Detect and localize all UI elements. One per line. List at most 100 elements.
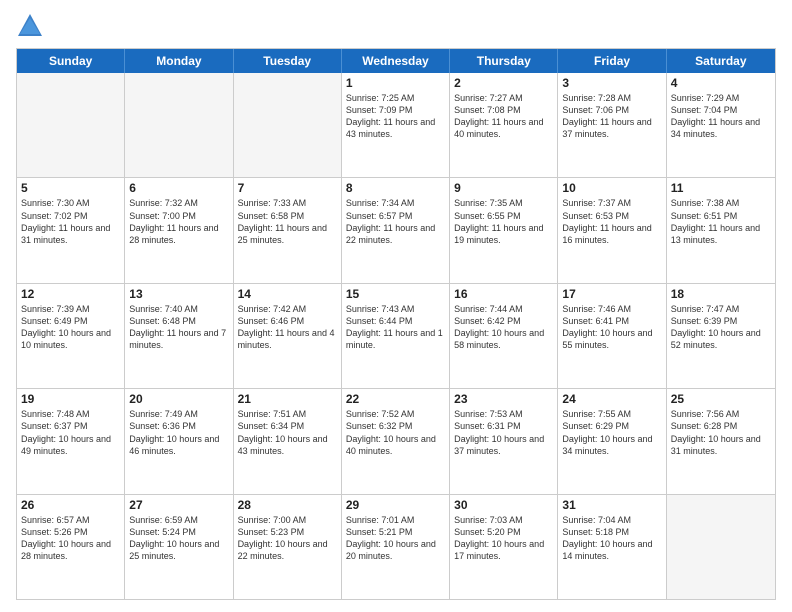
- day-cell-7: 7 Sunrise: 7:33 AMSunset: 6:58 PMDaylight…: [234, 178, 342, 282]
- cell-detail: Sunrise: 7:35 AMSunset: 6:55 PMDaylight:…: [454, 197, 553, 246]
- day-number: 24: [562, 392, 661, 406]
- cell-detail: Sunrise: 7:55 AMSunset: 6:29 PMDaylight:…: [562, 408, 661, 457]
- day-cell-17: 17 Sunrise: 7:46 AMSunset: 6:41 PMDayligh…: [558, 284, 666, 388]
- cell-detail: Sunrise: 7:49 AMSunset: 6:36 PMDaylight:…: [129, 408, 228, 457]
- day-number: 17: [562, 287, 661, 301]
- day-cell-30: 30 Sunrise: 7:03 AMSunset: 5:20 PMDayligh…: [450, 495, 558, 599]
- day-cell-10: 10 Sunrise: 7:37 AMSunset: 6:53 PMDayligh…: [558, 178, 666, 282]
- cell-detail: Sunrise: 7:56 AMSunset: 6:28 PMDaylight:…: [671, 408, 771, 457]
- day-cell-19: 19 Sunrise: 7:48 AMSunset: 6:37 PMDayligh…: [17, 389, 125, 493]
- day-cell-5: 5 Sunrise: 7:30 AMSunset: 7:02 PMDaylight…: [17, 178, 125, 282]
- day-number: 30: [454, 498, 553, 512]
- day-number: 1: [346, 76, 445, 90]
- cell-detail: Sunrise: 7:27 AMSunset: 7:08 PMDaylight:…: [454, 92, 553, 141]
- cell-detail: Sunrise: 7:29 AMSunset: 7:04 PMDaylight:…: [671, 92, 771, 141]
- calendar-row-5: 26 Sunrise: 6:57 AMSunset: 5:26 PMDayligh…: [17, 494, 775, 599]
- day-cell-28: 28 Sunrise: 7:00 AMSunset: 5:23 PMDayligh…: [234, 495, 342, 599]
- header-cell-monday: Monday: [125, 49, 233, 73]
- header-cell-wednesday: Wednesday: [342, 49, 450, 73]
- cell-detail: Sunrise: 7:47 AMSunset: 6:39 PMDaylight:…: [671, 303, 771, 352]
- day-number: 27: [129, 498, 228, 512]
- day-number: 5: [21, 181, 120, 195]
- cell-detail: Sunrise: 7:38 AMSunset: 6:51 PMDaylight:…: [671, 197, 771, 246]
- cell-detail: Sunrise: 7:37 AMSunset: 6:53 PMDaylight:…: [562, 197, 661, 246]
- calendar-row-4: 19 Sunrise: 7:48 AMSunset: 6:37 PMDayligh…: [17, 388, 775, 493]
- header-cell-sunday: Sunday: [17, 49, 125, 73]
- day-cell-24: 24 Sunrise: 7:55 AMSunset: 6:29 PMDayligh…: [558, 389, 666, 493]
- day-number: 18: [671, 287, 771, 301]
- cell-detail: Sunrise: 6:59 AMSunset: 5:24 PMDaylight:…: [129, 514, 228, 563]
- day-cell-13: 13 Sunrise: 7:40 AMSunset: 6:48 PMDayligh…: [125, 284, 233, 388]
- day-number: 16: [454, 287, 553, 301]
- cell-detail: Sunrise: 7:48 AMSunset: 6:37 PMDaylight:…: [21, 408, 120, 457]
- cell-detail: Sunrise: 7:42 AMSunset: 6:46 PMDaylight:…: [238, 303, 337, 352]
- day-number: 11: [671, 181, 771, 195]
- calendar-row-1: 1 Sunrise: 7:25 AMSunset: 7:09 PMDaylight…: [17, 73, 775, 177]
- cell-detail: Sunrise: 7:40 AMSunset: 6:48 PMDaylight:…: [129, 303, 228, 352]
- day-number: 13: [129, 287, 228, 301]
- cell-detail: Sunrise: 7:46 AMSunset: 6:41 PMDaylight:…: [562, 303, 661, 352]
- day-cell-25: 25 Sunrise: 7:56 AMSunset: 6:28 PMDayligh…: [667, 389, 775, 493]
- cell-detail: Sunrise: 7:03 AMSunset: 5:20 PMDaylight:…: [454, 514, 553, 563]
- cell-detail: Sunrise: 6:57 AMSunset: 5:26 PMDaylight:…: [21, 514, 120, 563]
- day-number: 12: [21, 287, 120, 301]
- day-cell-1: 1 Sunrise: 7:25 AMSunset: 7:09 PMDaylight…: [342, 73, 450, 177]
- header: [16, 12, 776, 40]
- day-cell-31: 31Sunrise: 7:04 AMSunset: 5:18 PMDayligh…: [558, 495, 666, 599]
- cell-detail: Sunrise: 7:34 AMSunset: 6:57 PMDaylight:…: [346, 197, 445, 246]
- day-number: 20: [129, 392, 228, 406]
- header-cell-saturday: Saturday: [667, 49, 775, 73]
- logo-icon: [16, 12, 44, 40]
- header-cell-thursday: Thursday: [450, 49, 558, 73]
- day-cell-14: 14 Sunrise: 7:42 AMSunset: 6:46 PMDayligh…: [234, 284, 342, 388]
- day-number: 26: [21, 498, 120, 512]
- cell-detail: Sunrise: 7:00 AMSunset: 5:23 PMDaylight:…: [238, 514, 337, 563]
- cell-detail: Sunrise: 7:43 AMSunset: 6:44 PMDaylight:…: [346, 303, 445, 352]
- day-number: 8: [346, 181, 445, 195]
- page: SundayMondayTuesdayWednesdayThursdayFrid…: [0, 0, 792, 612]
- day-number: 9: [454, 181, 553, 195]
- day-number: 19: [21, 392, 120, 406]
- day-cell-2: 2 Sunrise: 7:27 AMSunset: 7:08 PMDaylight…: [450, 73, 558, 177]
- cell-detail: Sunrise: 7:52 AMSunset: 6:32 PMDaylight:…: [346, 408, 445, 457]
- day-number: 31: [562, 498, 661, 512]
- day-number: 2: [454, 76, 553, 90]
- day-cell-9: 9 Sunrise: 7:35 AMSunset: 6:55 PMDaylight…: [450, 178, 558, 282]
- calendar-body: 1 Sunrise: 7:25 AMSunset: 7:09 PMDaylight…: [17, 73, 775, 599]
- cell-detail: Sunrise: 7:51 AMSunset: 6:34 PMDaylight:…: [238, 408, 337, 457]
- day-cell-11: 11 Sunrise: 7:38 AMSunset: 6:51 PMDayligh…: [667, 178, 775, 282]
- calendar: SundayMondayTuesdayWednesdayThursdayFrid…: [16, 48, 776, 600]
- empty-cell: [17, 73, 125, 177]
- day-number: 25: [671, 392, 771, 406]
- day-number: 14: [238, 287, 337, 301]
- day-cell-3: 3Sunrise: 7:28 AMSunset: 7:06 PMDaylight…: [558, 73, 666, 177]
- day-number: 15: [346, 287, 445, 301]
- cell-detail: Sunrise: 7:01 AMSunset: 5:21 PMDaylight:…: [346, 514, 445, 563]
- day-cell-18: 18 Sunrise: 7:47 AMSunset: 6:39 PMDayligh…: [667, 284, 775, 388]
- day-cell-27: 27 Sunrise: 6:59 AMSunset: 5:24 PMDayligh…: [125, 495, 233, 599]
- day-cell-22: 22Sunrise: 7:52 AMSunset: 6:32 PMDayligh…: [342, 389, 450, 493]
- cell-detail: Sunrise: 7:30 AMSunset: 7:02 PMDaylight:…: [21, 197, 120, 246]
- day-number: 10: [562, 181, 661, 195]
- day-number: 6: [129, 181, 228, 195]
- day-cell-23: 23Sunrise: 7:53 AMSunset: 6:31 PMDayligh…: [450, 389, 558, 493]
- day-cell-16: 16Sunrise: 7:44 AMSunset: 6:42 PMDayligh…: [450, 284, 558, 388]
- day-number: 28: [238, 498, 337, 512]
- day-number: 7: [238, 181, 337, 195]
- header-cell-tuesday: Tuesday: [234, 49, 342, 73]
- day-number: 21: [238, 392, 337, 406]
- day-cell-21: 21 Sunrise: 7:51 AMSunset: 6:34 PMDayligh…: [234, 389, 342, 493]
- day-cell-15: 15 Sunrise: 7:43 AMSunset: 6:44 PMDayligh…: [342, 284, 450, 388]
- day-number: 4: [671, 76, 771, 90]
- cell-detail: Sunrise: 7:33 AMSunset: 6:58 PMDaylight:…: [238, 197, 337, 246]
- day-number: 29: [346, 498, 445, 512]
- header-cell-friday: Friday: [558, 49, 666, 73]
- day-cell-20: 20 Sunrise: 7:49 AMSunset: 6:36 PMDayligh…: [125, 389, 233, 493]
- day-cell-8: 8 Sunrise: 7:34 AMSunset: 6:57 PMDaylight…: [342, 178, 450, 282]
- day-cell-12: 12Sunrise: 7:39 AMSunset: 6:49 PMDayligh…: [17, 284, 125, 388]
- cell-detail: Sunrise: 7:53 AMSunset: 6:31 PMDaylight:…: [454, 408, 553, 457]
- day-number: 3: [562, 76, 661, 90]
- cell-detail: Sunrise: 7:25 AMSunset: 7:09 PMDaylight:…: [346, 92, 445, 141]
- logo: [16, 12, 48, 40]
- day-cell-29: 29 Sunrise: 7:01 AMSunset: 5:21 PMDayligh…: [342, 495, 450, 599]
